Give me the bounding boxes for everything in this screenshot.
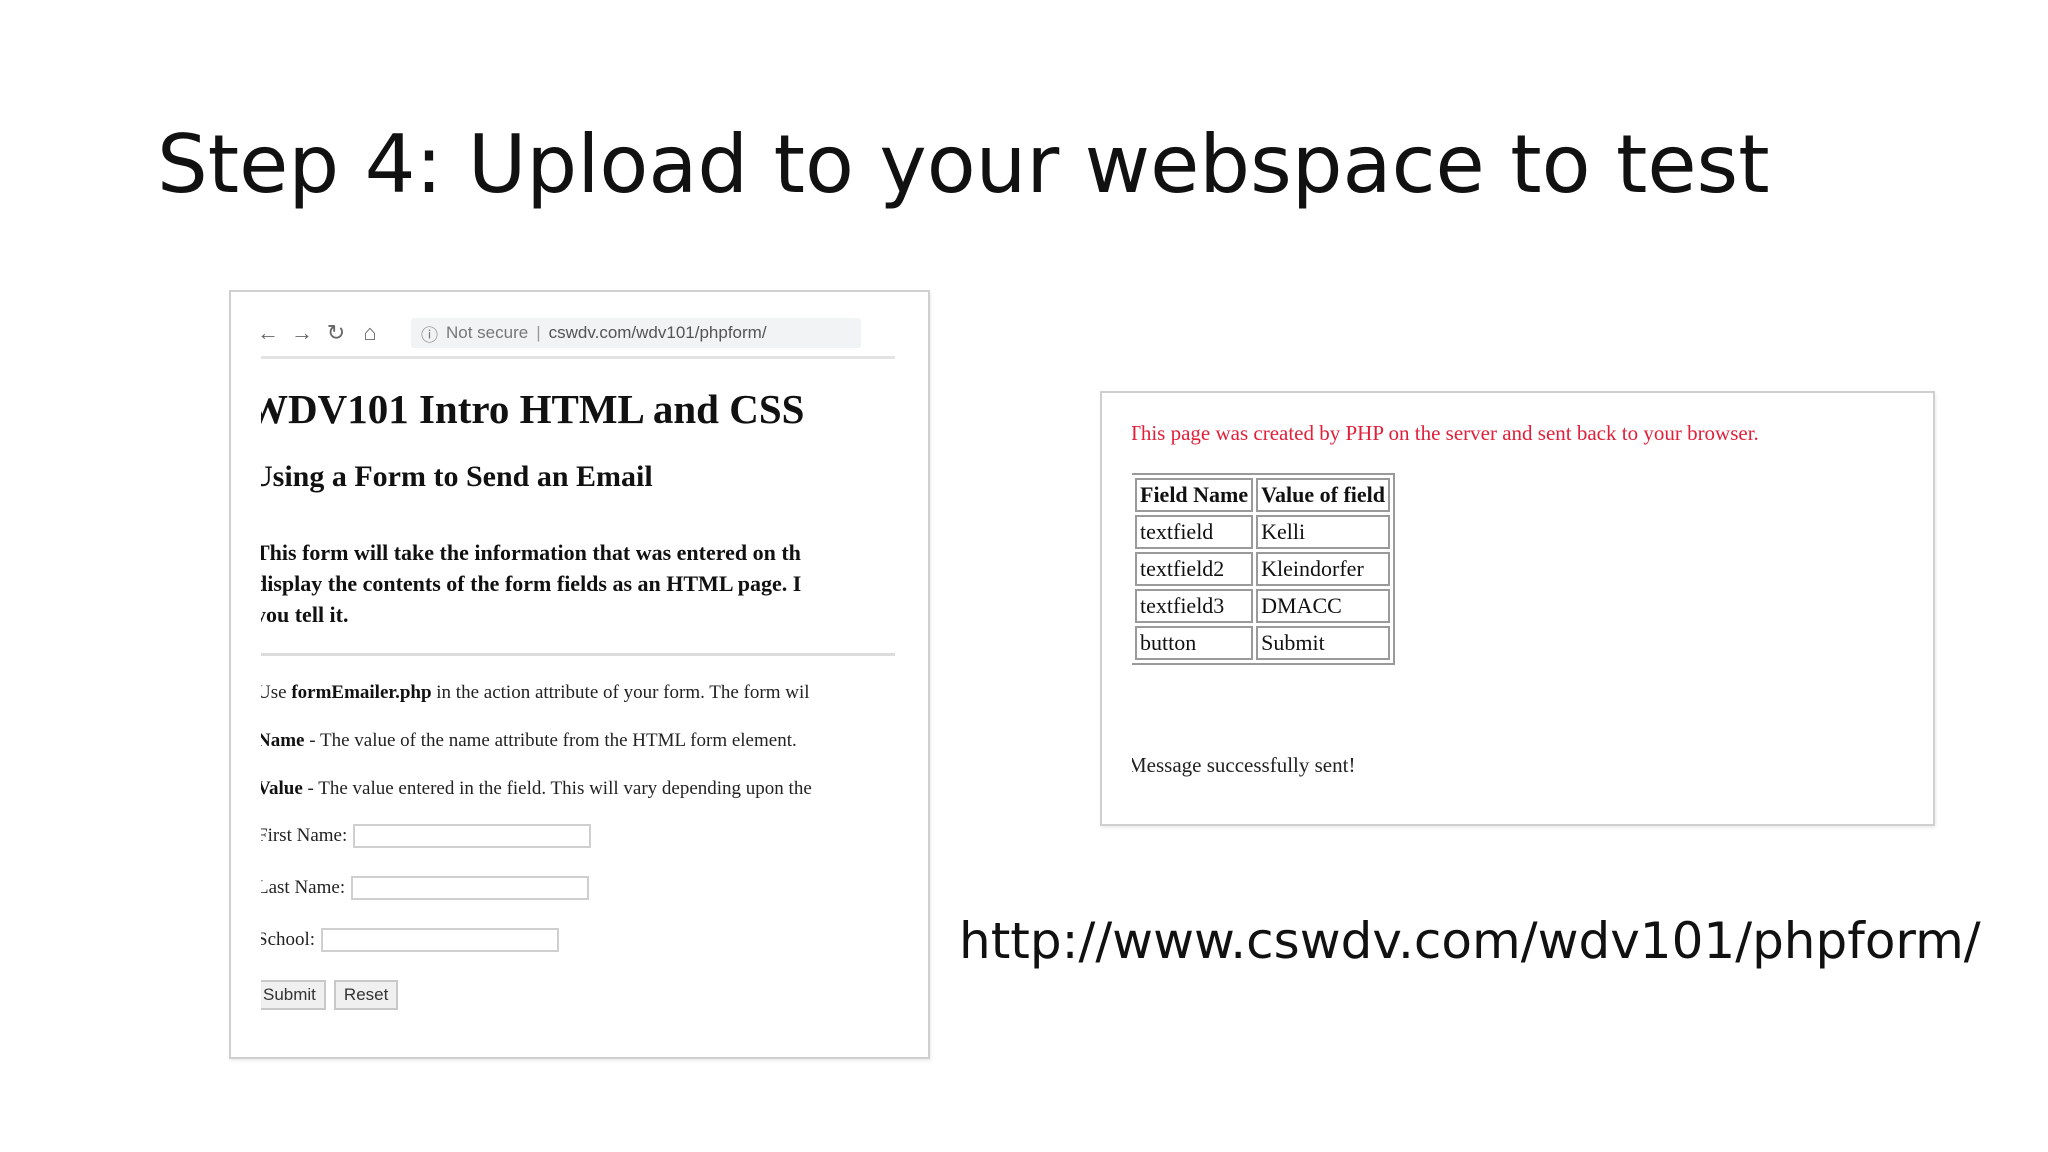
table-cell: textfield xyxy=(1135,515,1254,549)
result-page-viewport: This page was created by PHP on the serv… xyxy=(1132,393,1933,824)
table-cell: textfield3 xyxy=(1135,589,1254,623)
page-subheading: Using a Form to Send an Email xyxy=(261,460,653,493)
description-line: display the contents of the form fields … xyxy=(261,571,802,596)
status-message: Message successfully sent! xyxy=(1132,753,1356,777)
content-divider xyxy=(261,653,895,656)
last-name-label: Last Name: xyxy=(261,877,346,898)
table-cell: button xyxy=(1135,626,1254,660)
back-arrow-icon[interactable]: ← xyxy=(261,320,285,346)
table-cell: Submit xyxy=(1256,626,1391,660)
result-table: Field Name Value of field textfield Kell… xyxy=(1132,473,1396,665)
school-row: School: xyxy=(261,928,560,952)
table-cell: DMACC xyxy=(1256,589,1391,623)
instruction-line: Value - The value entered in the field. … xyxy=(261,778,812,799)
table-cell: Kleindorfer xyxy=(1256,552,1391,586)
submit-button[interactable]: Submit xyxy=(261,980,326,1010)
home-icon[interactable]: ⌂ xyxy=(353,320,387,346)
school-label: School: xyxy=(261,929,316,950)
slide-title: Step 4: Upload to your webspace to test xyxy=(157,118,1770,211)
instruction-line: Use formEmailer.php in the action attrib… xyxy=(261,682,810,703)
column-header: Field Name xyxy=(1135,478,1254,512)
reload-icon[interactable]: ↻ xyxy=(319,320,353,346)
school-field[interactable] xyxy=(321,928,560,952)
form-page-viewport: ← → ↻ ⌂ ⓘ Not secure | cswdv.com/wdv101/… xyxy=(261,292,898,1057)
address-separator: | xyxy=(536,323,541,342)
php-message: This page was created by PHP on the serv… xyxy=(1132,421,1759,445)
form-buttons: Submit Reset xyxy=(261,980,399,1010)
column-header: Value of field xyxy=(1256,478,1391,512)
table-row: button Submit xyxy=(1135,626,1391,660)
table-cell: textfield2 xyxy=(1135,552,1254,586)
result-page-screenshot: This page was created by PHP on the serv… xyxy=(1100,391,1935,826)
table-cell: Kelli xyxy=(1256,515,1391,549)
last-name-field[interactable] xyxy=(351,876,590,900)
toolbar-divider xyxy=(261,356,895,359)
address-url: cswdv.com/wdv101/phpform/ xyxy=(548,323,767,342)
description-line: you tell it. xyxy=(261,602,349,627)
security-label: Not secure xyxy=(446,323,529,342)
browser-toolbar: ← → ↻ ⌂ ⓘ Not secure | cswdv.com/wdv101/… xyxy=(261,318,881,348)
info-icon[interactable]: ⓘ xyxy=(421,321,438,346)
reset-button[interactable]: Reset xyxy=(333,980,399,1010)
first-name-row: First Name: xyxy=(261,824,592,848)
table-row: textfield2 Kleindorfer xyxy=(1135,552,1391,586)
forward-arrow-icon[interactable]: → xyxy=(285,320,319,346)
table-header-row: Field Name Value of field xyxy=(1135,478,1391,512)
table-row: textfield3 DMACC xyxy=(1135,589,1391,623)
form-page-screenshot: ← → ↻ ⌂ ⓘ Not secure | cswdv.com/wdv101/… xyxy=(229,290,930,1059)
description-line: This form will take the information that… xyxy=(261,540,801,565)
demo-url-link[interactable]: http://www.cswdv.com/wdv101/phpform/ xyxy=(959,912,1981,970)
page-heading: WDV101 Intro HTML and CSS xyxy=(261,386,805,432)
page-description: This form will take the information that… xyxy=(261,537,898,630)
first-name-field[interactable] xyxy=(353,824,592,848)
address-bar[interactable]: ⓘ Not secure | cswdv.com/wdv101/phpform/ xyxy=(411,318,861,348)
table-row: textfield Kelli xyxy=(1135,515,1391,549)
last-name-row: Last Name: xyxy=(261,876,590,900)
first-name-label: First Name: xyxy=(261,825,348,846)
instruction-line: Name - The value of the name attribute f… xyxy=(261,730,797,751)
